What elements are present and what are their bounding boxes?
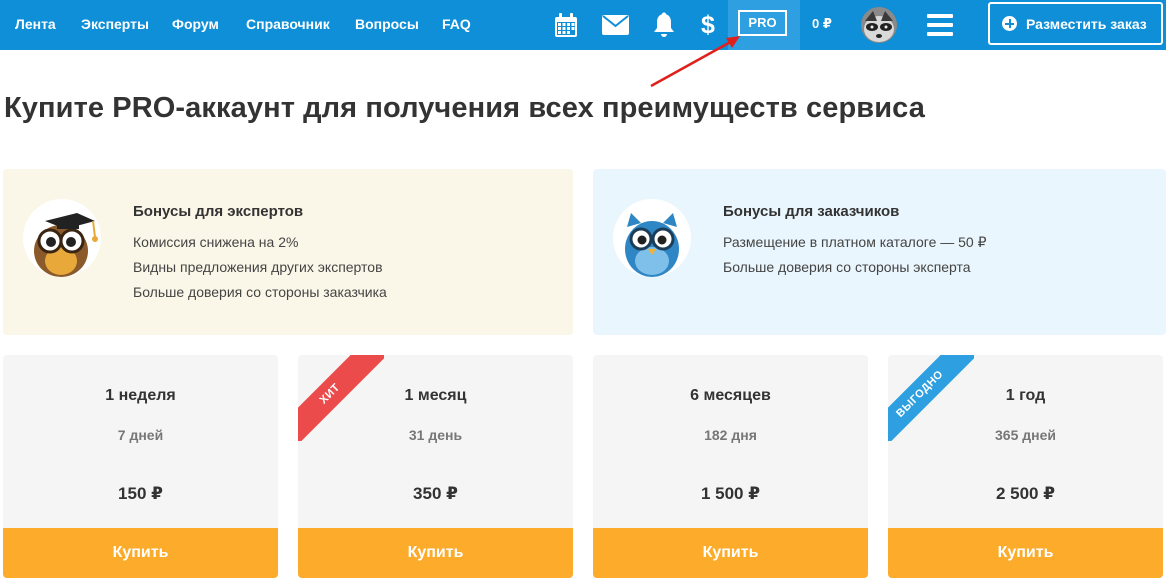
dollar-icon[interactable]: $ bbox=[697, 0, 719, 50]
bonus-item: Размещение в платном каталоге — 50 ₽ bbox=[723, 234, 987, 250]
plan-price: 150 ₽ bbox=[118, 484, 163, 503]
page-title: Купите PRO-аккаунт для получения всех пр… bbox=[4, 92, 925, 124]
calendar-icon[interactable] bbox=[552, 0, 580, 50]
plan-days: 365 дней bbox=[995, 427, 1056, 443]
bonus-list-experts: Комиссия снижена на 2% Видны предложения… bbox=[133, 233, 387, 308]
nav-link-experts[interactable]: Эксперты bbox=[81, 0, 149, 50]
plan-name: 1 неделя bbox=[105, 387, 176, 404]
owl-blue-icon bbox=[613, 199, 691, 277]
place-order-button[interactable]: Разместить заказ bbox=[988, 2, 1163, 45]
plan-days: 31 день bbox=[408, 427, 463, 443]
buy-button[interactable]: Купить bbox=[888, 528, 1163, 578]
plan-days: 7 дней bbox=[117, 427, 164, 443]
plan-name: 1 год bbox=[1005, 387, 1046, 404]
nav-link-faq[interactable]: FAQ bbox=[442, 0, 471, 50]
bonus-item: Видны предложения других экспертов bbox=[133, 259, 383, 275]
place-order-label: Разместить заказ bbox=[1026, 15, 1147, 32]
menu-icon[interactable] bbox=[927, 14, 953, 36]
nav-link-reference[interactable]: Справочник bbox=[246, 0, 330, 50]
nav-link-questions[interactable]: Вопросы bbox=[355, 0, 419, 50]
bonus-box-experts: Бонусы для экспертов Комиссия снижена на… bbox=[3, 169, 573, 335]
plan-price: 350 ₽ bbox=[413, 484, 458, 503]
bell-icon[interactable] bbox=[650, 0, 678, 50]
owl-graduate-icon bbox=[23, 199, 101, 277]
bonus-item: Больше доверия со стороны заказчика bbox=[133, 284, 387, 300]
balance[interactable]: 0 ₽ bbox=[812, 0, 832, 50]
bonus-item: Комиссия снижена на 2% bbox=[133, 234, 299, 250]
bonus-title-clients: Бонусы для заказчиков bbox=[723, 203, 900, 220]
plan-name: 1 месяц bbox=[404, 387, 467, 404]
bonus-title-experts: Бонусы для экспертов bbox=[133, 203, 304, 220]
nav-link-forum[interactable]: Форум bbox=[172, 0, 219, 50]
bonus-item: Больше доверия со стороны эксперта bbox=[723, 259, 971, 275]
plan-name: 6 месяцев bbox=[690, 387, 771, 404]
mail-icon[interactable] bbox=[600, 0, 630, 50]
plan-days: 182 дня bbox=[704, 427, 757, 443]
plan-card-year: ВЫГОДНО 1 год 365 дней 2 500 ₽ Купить bbox=[888, 355, 1163, 578]
buy-button[interactable]: Купить bbox=[298, 528, 573, 578]
bonus-box-clients: Бонусы для заказчиков Размещение в платн… bbox=[593, 169, 1166, 335]
pro-badge[interactable]: PRO bbox=[738, 10, 787, 36]
plan-card-6-months: 6 месяцев 182 дня 1 500 ₽ Купить bbox=[593, 355, 868, 578]
top-navbar: Лента Эксперты Форум Справочник Вопросы … bbox=[0, 0, 1166, 50]
plan-price: 2 500 ₽ bbox=[995, 484, 1056, 503]
plan-card-month: ХИТ 1 месяц 31 день 350 ₽ Купить bbox=[298, 355, 573, 578]
buy-button[interactable]: Купить bbox=[593, 528, 868, 578]
plan-price: 1 500 ₽ bbox=[700, 484, 761, 503]
nav-link-feed[interactable]: Лента bbox=[15, 0, 56, 50]
bonus-list-clients: Размещение в платном каталоге — 50 ₽ Бол… bbox=[723, 233, 987, 283]
buy-button[interactable]: Купить bbox=[3, 528, 278, 578]
avatar[interactable] bbox=[861, 7, 897, 43]
plan-card-week: 1 неделя 7 дней 150 ₽ Купить bbox=[3, 355, 278, 578]
pro-menu-cell[interactable]: PRO bbox=[728, 0, 800, 50]
plus-circle-icon bbox=[1002, 16, 1017, 31]
